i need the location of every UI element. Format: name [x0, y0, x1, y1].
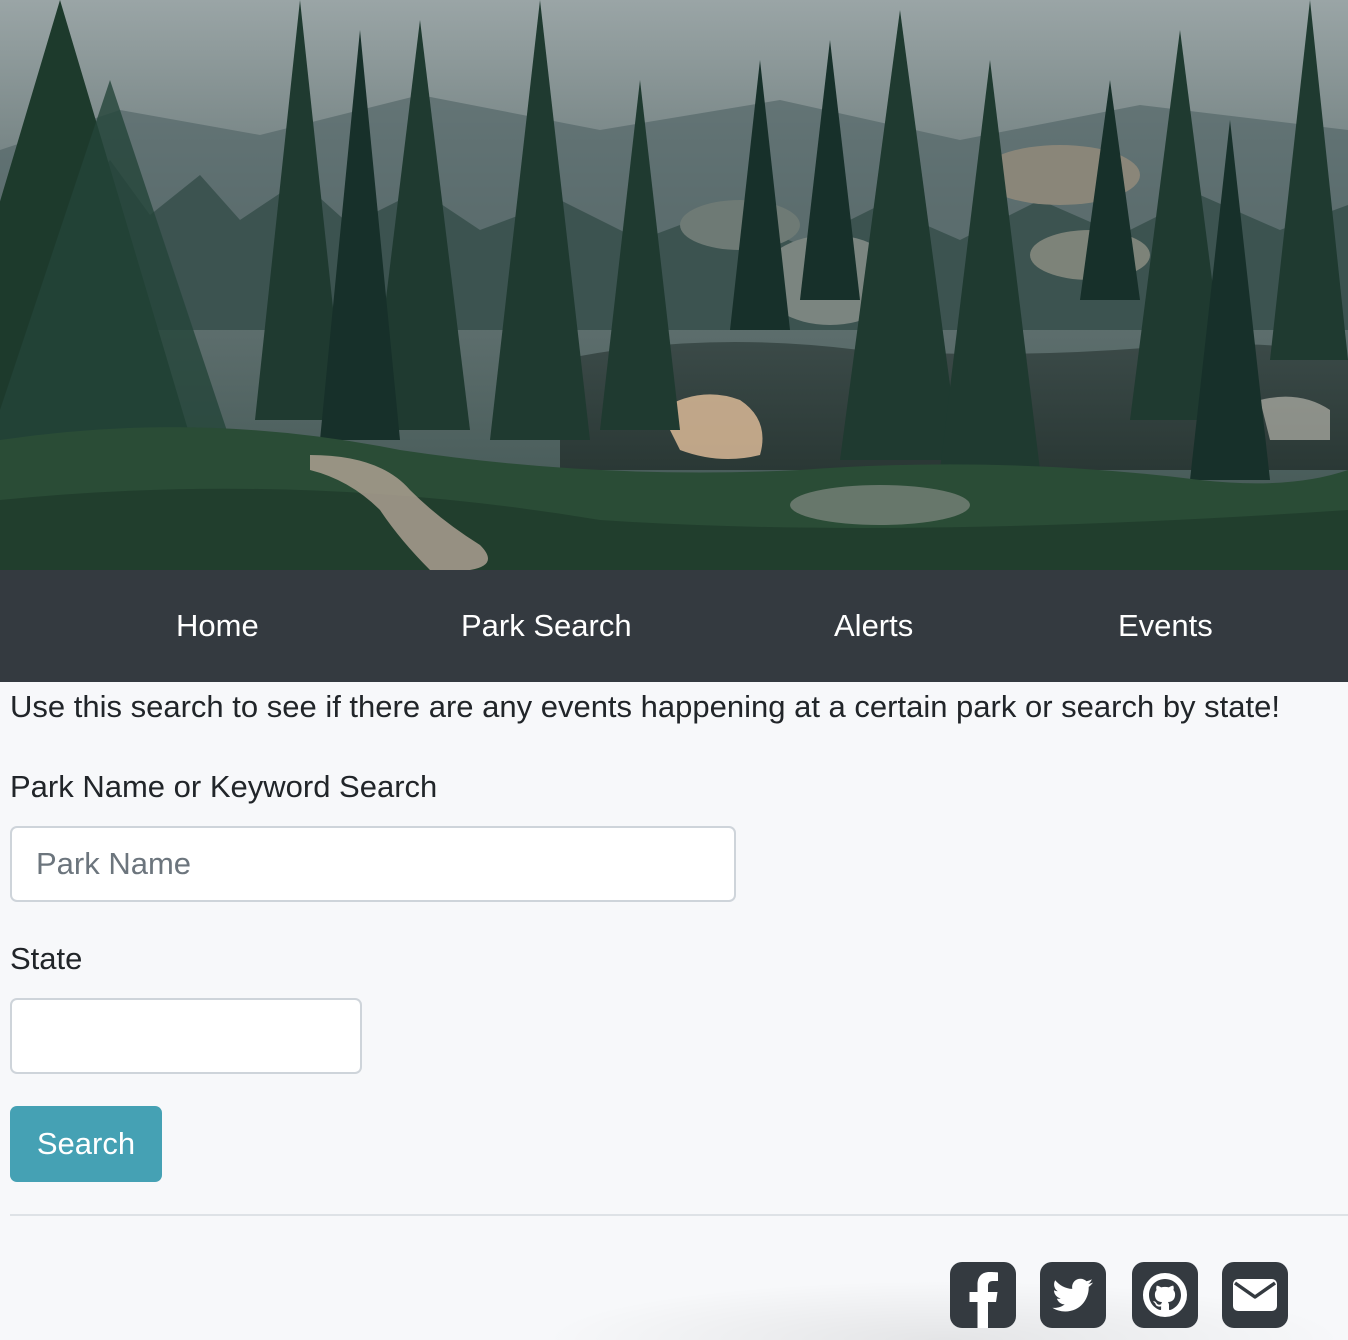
footer-divider [10, 1214, 1348, 1216]
github-icon[interactable] [1132, 1262, 1198, 1328]
nav-home-link[interactable]: Home [176, 570, 259, 682]
state-label: State [10, 941, 83, 976]
nav-events-link[interactable]: Events [1118, 570, 1213, 682]
main-navbar: Home Park Search Alerts Events [0, 570, 1348, 682]
state-input[interactable] [10, 998, 362, 1074]
nav-alerts-link[interactable]: Alerts [834, 570, 913, 682]
nav-park-search-link[interactable]: Park Search [461, 570, 632, 682]
forest-landscape-illustration [0, 0, 1348, 570]
facebook-icon[interactable] [950, 1262, 1016, 1328]
hero-image [0, 0, 1348, 570]
intro-text: Use this search to see if there are any … [10, 689, 1280, 724]
search-button[interactable]: Search [10, 1106, 162, 1182]
envelope-icon[interactable] [1222, 1262, 1288, 1328]
park-name-input[interactable] [10, 826, 736, 902]
park-name-label: Park Name or Keyword Search [10, 769, 438, 804]
twitter-icon[interactable] [1040, 1262, 1106, 1328]
